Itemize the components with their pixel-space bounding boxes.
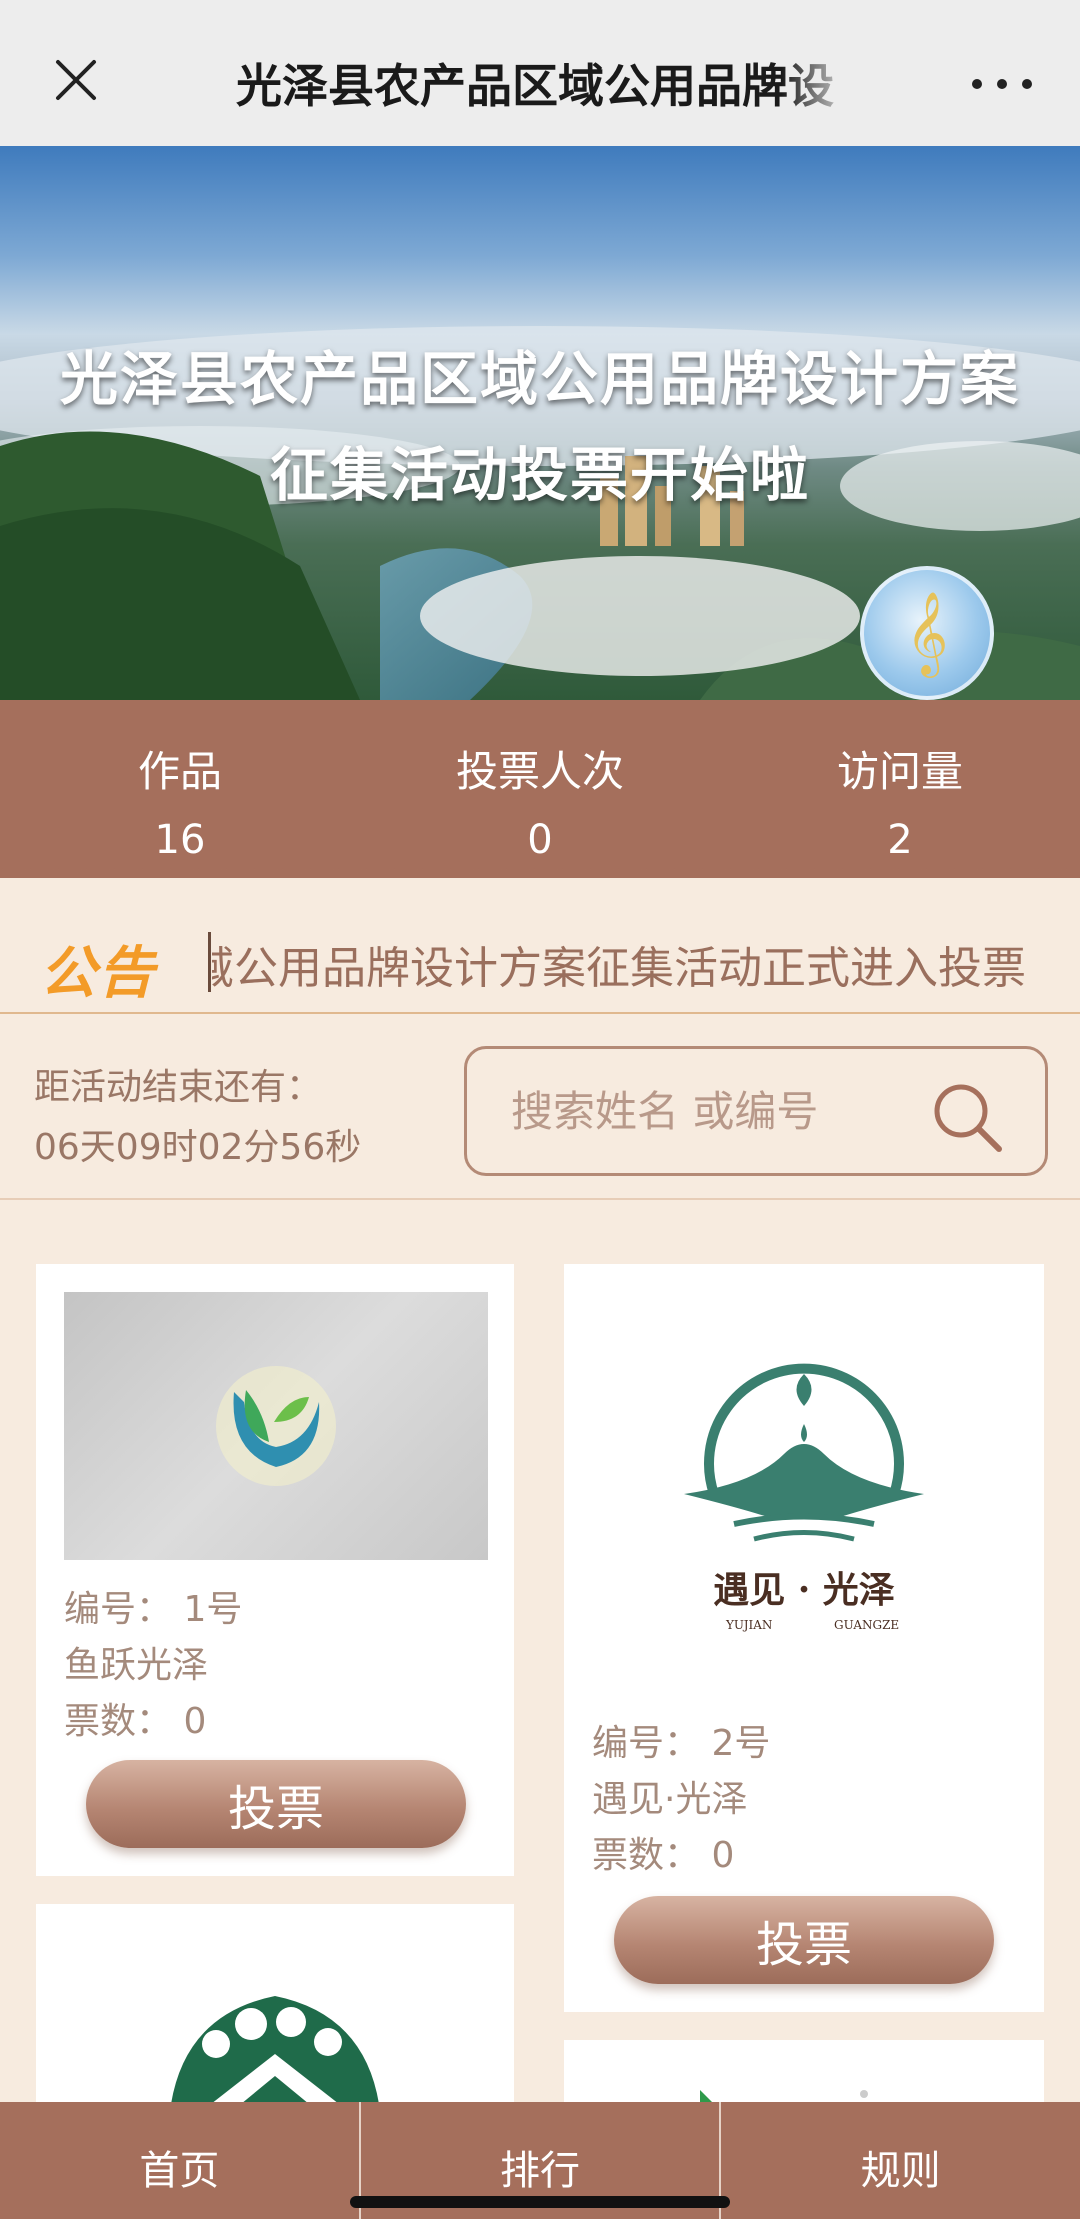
- stat-value: 2: [887, 817, 913, 863]
- notice-marquee: 域公用品牌设计方案征集活动正式进入投票: [212, 932, 1044, 992]
- entry-votes: 票数： 0: [64, 1701, 207, 1742]
- scalloped-divider: [0, 862, 1080, 890]
- search-input[interactable]: [511, 1081, 911, 1141]
- entry-image[interactable]: [64, 1292, 488, 1560]
- top-bar: 光泽县农产品区域公用品牌设: [0, 0, 1080, 146]
- logo-subtext-right: GUANGZE: [834, 1618, 899, 1632]
- countdown-search-row: 距活动结束还有： 06天09时02分56秒: [0, 1016, 1080, 1200]
- tab-rules[interactable]: 规则: [721, 2102, 1080, 2219]
- page-title: 光泽县农产品区域公用品牌设: [236, 59, 834, 113]
- notice-badge: 公告: [40, 941, 156, 1006]
- hero-banner: 光泽县农产品区域公用品牌设计方案 征集活动投票开始啦 𝄞: [0, 146, 1080, 700]
- logo-text: 遇见 · 光泽: [713, 1569, 895, 1611]
- tab-home[interactable]: 首页: [0, 2102, 361, 2219]
- vote-button[interactable]: 投票: [614, 1896, 994, 1984]
- stat-label: 作品: [137, 747, 222, 796]
- stat-vote-count: 投票人次 0: [360, 738, 720, 863]
- countdown-label: 距活动结束还有：: [34, 1067, 323, 1108]
- stat-value: 0: [527, 817, 553, 863]
- banner-title-line1: 光泽县农产品区域公用品牌设计方案: [59, 345, 1020, 413]
- banner-title-line2: 征集活动投票开始啦: [269, 441, 810, 509]
- entry-info: 编号： 2号 遇见·光泽 票数： 0: [592, 1716, 770, 1884]
- entry-number: 编号： 2号: [592, 1723, 771, 1764]
- stat-works: 作品 16: [0, 738, 360, 863]
- stat-value: 16: [154, 817, 206, 863]
- text-cursor: [208, 932, 211, 992]
- logo-subtext-left: YUJIAN: [725, 1618, 772, 1632]
- search-icon[interactable]: [929, 1079, 1005, 1155]
- entry-card[interactable]: 遇见 · 光泽 YUJIAN GUANGZE 编号： 2号 遇见·光泽 票数： …: [564, 1264, 1044, 2012]
- vote-button[interactable]: 投票: [86, 1760, 466, 1848]
- entry-name: 鱼跃光泽: [64, 1645, 209, 1686]
- entry-card[interactable]: 编号： 1号 鱼跃光泽 票数： 0 投票: [36, 1264, 514, 1876]
- countdown-value: 06天09时02分56秒: [34, 1127, 362, 1168]
- fish-leaf-logo-icon: [216, 1366, 336, 1486]
- entry-info: 编号： 1号 鱼跃光泽 票数： 0: [64, 1582, 242, 1750]
- entry-votes: 票数： 0: [592, 1835, 735, 1876]
- entry-name: 遇见·光泽: [592, 1779, 748, 1820]
- search-box[interactable]: [464, 1046, 1048, 1176]
- music-note-icon[interactable]: 𝄞: [860, 566, 994, 700]
- stat-visits: 访问量 2: [720, 738, 1080, 863]
- more-options-icon[interactable]: [972, 64, 1032, 104]
- entry-number: 编号： 1号: [64, 1589, 243, 1630]
- stat-label: 访问量: [836, 747, 963, 796]
- stat-label: 投票人次: [455, 747, 624, 796]
- home-indicator: [350, 2196, 730, 2208]
- close-icon[interactable]: [54, 58, 98, 102]
- yujian-guangze-logo-icon[interactable]: 遇见 · 光泽 YUJIAN GUANGZE: [664, 1344, 944, 1634]
- notice-bar[interactable]: 公告 域公用品牌设计方案征集活动正式进入投票: [0, 904, 1080, 1014]
- notice-text: 域公用品牌设计方案征集活动正式进入投票: [212, 943, 1026, 992]
- stats-bar: 作品 16 投票人次 0 访问量 2: [0, 700, 1080, 878]
